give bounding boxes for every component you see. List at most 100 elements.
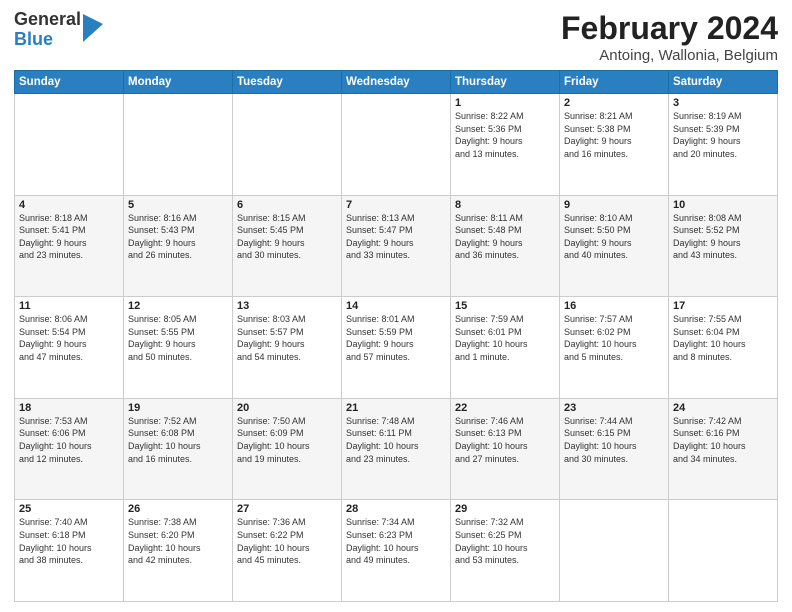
calendar-table: SundayMondayTuesdayWednesdayThursdayFrid… xyxy=(14,70,778,602)
calendar-cell: 19Sunrise: 7:52 AM Sunset: 6:08 PM Dayli… xyxy=(124,398,233,500)
day-number: 20 xyxy=(237,402,337,414)
day-number: 10 xyxy=(673,199,773,211)
calendar-cell: 2Sunrise: 8:21 AM Sunset: 5:38 PM Daylig… xyxy=(560,94,669,196)
calendar-cell xyxy=(669,500,778,602)
calendar-cell: 13Sunrise: 8:03 AM Sunset: 5:57 PM Dayli… xyxy=(233,297,342,399)
weekday-header-wednesday: Wednesday xyxy=(342,71,451,94)
day-number: 15 xyxy=(455,300,555,312)
day-number: 26 xyxy=(128,503,228,515)
calendar-cell xyxy=(342,94,451,196)
calendar-cell: 17Sunrise: 7:55 AM Sunset: 6:04 PM Dayli… xyxy=(669,297,778,399)
day-info: Sunrise: 8:19 AM Sunset: 5:39 PM Dayligh… xyxy=(673,110,773,160)
header: General Blue February 2024 Antoing, Wall… xyxy=(14,10,778,64)
calendar-cell: 7Sunrise: 8:13 AM Sunset: 5:47 PM Daylig… xyxy=(342,195,451,297)
calendar-cell: 3Sunrise: 8:19 AM Sunset: 5:39 PM Daylig… xyxy=(669,94,778,196)
calendar-cell: 20Sunrise: 7:50 AM Sunset: 6:09 PM Dayli… xyxy=(233,398,342,500)
calendar-cell: 12Sunrise: 8:05 AM Sunset: 5:55 PM Dayli… xyxy=(124,297,233,399)
day-info: Sunrise: 8:10 AM Sunset: 5:50 PM Dayligh… xyxy=(564,212,664,262)
day-number: 19 xyxy=(128,402,228,414)
day-info: Sunrise: 7:57 AM Sunset: 6:02 PM Dayligh… xyxy=(564,313,664,363)
title-block: February 2024 Antoing, Wallonia, Belgium xyxy=(561,10,778,64)
day-info: Sunrise: 8:06 AM Sunset: 5:54 PM Dayligh… xyxy=(19,313,119,363)
day-number: 28 xyxy=(346,503,446,515)
logo-icon xyxy=(83,14,103,42)
calendar-cell xyxy=(15,94,124,196)
calendar-page: General Blue February 2024 Antoing, Wall… xyxy=(0,0,792,612)
day-number: 3 xyxy=(673,97,773,109)
day-number: 8 xyxy=(455,199,555,211)
day-number: 24 xyxy=(673,402,773,414)
calendar-cell: 28Sunrise: 7:34 AM Sunset: 6:23 PM Dayli… xyxy=(342,500,451,602)
day-info: Sunrise: 8:16 AM Sunset: 5:43 PM Dayligh… xyxy=(128,212,228,262)
day-info: Sunrise: 7:50 AM Sunset: 6:09 PM Dayligh… xyxy=(237,415,337,465)
calendar-cell: 23Sunrise: 7:44 AM Sunset: 6:15 PM Dayli… xyxy=(560,398,669,500)
weekday-header-thursday: Thursday xyxy=(451,71,560,94)
logo-blue: Blue xyxy=(14,30,81,50)
day-number: 1 xyxy=(455,97,555,109)
calendar-cell: 29Sunrise: 7:32 AM Sunset: 6:25 PM Dayli… xyxy=(451,500,560,602)
weekday-header-row: SundayMondayTuesdayWednesdayThursdayFrid… xyxy=(15,71,778,94)
day-info: Sunrise: 8:08 AM Sunset: 5:52 PM Dayligh… xyxy=(673,212,773,262)
day-info: Sunrise: 7:53 AM Sunset: 6:06 PM Dayligh… xyxy=(19,415,119,465)
day-info: Sunrise: 8:21 AM Sunset: 5:38 PM Dayligh… xyxy=(564,110,664,160)
day-number: 29 xyxy=(455,503,555,515)
calendar-cell: 25Sunrise: 7:40 AM Sunset: 6:18 PM Dayli… xyxy=(15,500,124,602)
day-number: 27 xyxy=(237,503,337,515)
day-info: Sunrise: 7:36 AM Sunset: 6:22 PM Dayligh… xyxy=(237,516,337,566)
calendar-cell: 24Sunrise: 7:42 AM Sunset: 6:16 PM Dayli… xyxy=(669,398,778,500)
day-info: Sunrise: 7:46 AM Sunset: 6:13 PM Dayligh… xyxy=(455,415,555,465)
calendar-cell: 1Sunrise: 8:22 AM Sunset: 5:36 PM Daylig… xyxy=(451,94,560,196)
weekday-header-tuesday: Tuesday xyxy=(233,71,342,94)
day-number: 11 xyxy=(19,300,119,312)
calendar-week-row: 18Sunrise: 7:53 AM Sunset: 6:06 PM Dayli… xyxy=(15,398,778,500)
day-number: 22 xyxy=(455,402,555,414)
day-info: Sunrise: 8:11 AM Sunset: 5:48 PM Dayligh… xyxy=(455,212,555,262)
calendar-cell: 26Sunrise: 7:38 AM Sunset: 6:20 PM Dayli… xyxy=(124,500,233,602)
day-info: Sunrise: 7:32 AM Sunset: 6:25 PM Dayligh… xyxy=(455,516,555,566)
day-info: Sunrise: 7:38 AM Sunset: 6:20 PM Dayligh… xyxy=(128,516,228,566)
day-info: Sunrise: 8:18 AM Sunset: 5:41 PM Dayligh… xyxy=(19,212,119,262)
weekday-header-friday: Friday xyxy=(560,71,669,94)
day-number: 13 xyxy=(237,300,337,312)
calendar-cell xyxy=(124,94,233,196)
day-info: Sunrise: 7:40 AM Sunset: 6:18 PM Dayligh… xyxy=(19,516,119,566)
weekday-header-monday: Monday xyxy=(124,71,233,94)
day-number: 14 xyxy=(346,300,446,312)
calendar-week-row: 25Sunrise: 7:40 AM Sunset: 6:18 PM Dayli… xyxy=(15,500,778,602)
day-info: Sunrise: 7:59 AM Sunset: 6:01 PM Dayligh… xyxy=(455,313,555,363)
calendar-title: February 2024 xyxy=(561,10,778,47)
day-number: 12 xyxy=(128,300,228,312)
day-info: Sunrise: 7:42 AM Sunset: 6:16 PM Dayligh… xyxy=(673,415,773,465)
day-info: Sunrise: 8:03 AM Sunset: 5:57 PM Dayligh… xyxy=(237,313,337,363)
calendar-cell: 27Sunrise: 7:36 AM Sunset: 6:22 PM Dayli… xyxy=(233,500,342,602)
calendar-cell: 5Sunrise: 8:16 AM Sunset: 5:43 PM Daylig… xyxy=(124,195,233,297)
day-info: Sunrise: 7:48 AM Sunset: 6:11 PM Dayligh… xyxy=(346,415,446,465)
day-number: 17 xyxy=(673,300,773,312)
day-number: 2 xyxy=(564,97,664,109)
logo: General Blue xyxy=(14,10,103,50)
day-info: Sunrise: 8:13 AM Sunset: 5:47 PM Dayligh… xyxy=(346,212,446,262)
day-number: 5 xyxy=(128,199,228,211)
day-info: Sunrise: 8:15 AM Sunset: 5:45 PM Dayligh… xyxy=(237,212,337,262)
logo-text: General Blue xyxy=(14,10,81,50)
day-number: 21 xyxy=(346,402,446,414)
day-number: 9 xyxy=(564,199,664,211)
day-info: Sunrise: 8:01 AM Sunset: 5:59 PM Dayligh… xyxy=(346,313,446,363)
calendar-week-row: 4Sunrise: 8:18 AM Sunset: 5:41 PM Daylig… xyxy=(15,195,778,297)
calendar-cell xyxy=(560,500,669,602)
day-number: 7 xyxy=(346,199,446,211)
calendar-subtitle: Antoing, Wallonia, Belgium xyxy=(561,47,778,64)
calendar-cell: 14Sunrise: 8:01 AM Sunset: 5:59 PM Dayli… xyxy=(342,297,451,399)
calendar-cell: 10Sunrise: 8:08 AM Sunset: 5:52 PM Dayli… xyxy=(669,195,778,297)
weekday-header-saturday: Saturday xyxy=(669,71,778,94)
day-info: Sunrise: 7:55 AM Sunset: 6:04 PM Dayligh… xyxy=(673,313,773,363)
calendar-cell: 16Sunrise: 7:57 AM Sunset: 6:02 PM Dayli… xyxy=(560,297,669,399)
day-info: Sunrise: 7:44 AM Sunset: 6:15 PM Dayligh… xyxy=(564,415,664,465)
calendar-cell: 18Sunrise: 7:53 AM Sunset: 6:06 PM Dayli… xyxy=(15,398,124,500)
calendar-cell: 15Sunrise: 7:59 AM Sunset: 6:01 PM Dayli… xyxy=(451,297,560,399)
calendar-cell: 6Sunrise: 8:15 AM Sunset: 5:45 PM Daylig… xyxy=(233,195,342,297)
day-number: 16 xyxy=(564,300,664,312)
weekday-header-sunday: Sunday xyxy=(15,71,124,94)
calendar-cell: 11Sunrise: 8:06 AM Sunset: 5:54 PM Dayli… xyxy=(15,297,124,399)
day-info: Sunrise: 8:05 AM Sunset: 5:55 PM Dayligh… xyxy=(128,313,228,363)
